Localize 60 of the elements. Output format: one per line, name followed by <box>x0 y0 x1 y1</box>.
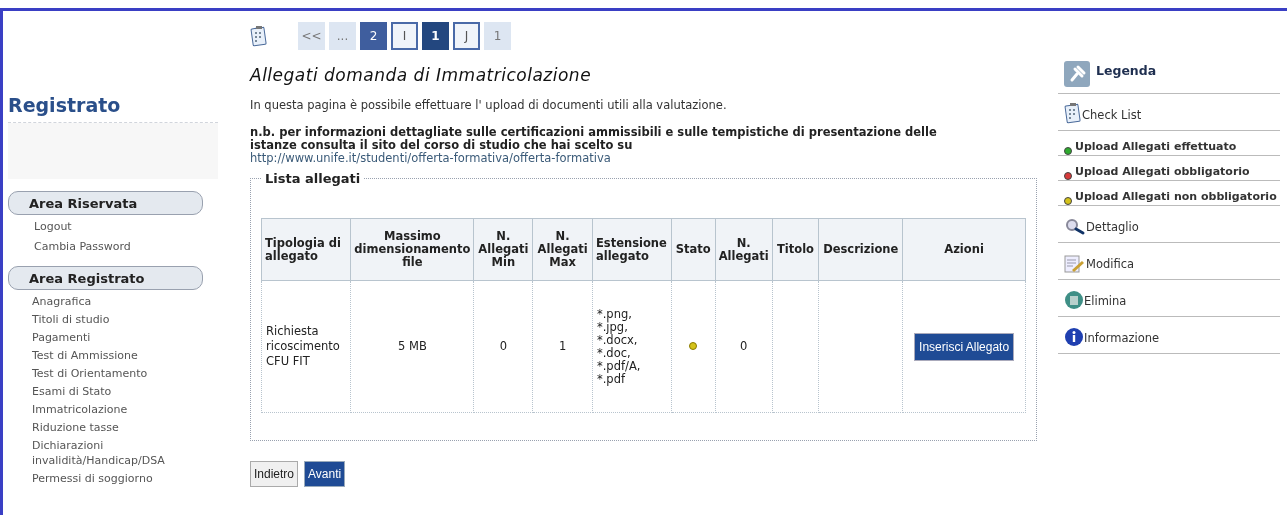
link[interactable]: http://www.unife.it/studenti/offerta-formativa/offerta-formativa <box>250 151 611 165</box>
legend-label: Legenda <box>1096 62 1157 81</box>
table-cell: Richiesta ricoscimento CFU FIT <box>261 280 351 413</box>
nav-button[interactable]: Avanti <box>304 460 346 487</box>
column-header: Massimo dimensionamento file <box>350 218 474 281</box>
page-button[interactable]: 1 <box>422 22 449 50</box>
table-cell: *.png, *.jpg, *.docx, *.doc, *.pdf/A, *.pdf <box>592 280 672 413</box>
info-icon <box>1064 327 1084 347</box>
column-header: Tipologia di allegato <box>261 218 351 281</box>
page-title: Allegati domanda di Immatricolazione <box>250 64 593 87</box>
column-header: Descrizione <box>818 218 903 281</box>
page-button[interactable]: I <box>391 22 418 50</box>
fieldset-title: Lista allegati <box>264 169 362 188</box>
legend-label: Modifica <box>1086 255 1135 273</box>
sidebar-link[interactable]: Permessi di soggiorno <box>32 470 202 486</box>
sidebar-link[interactable]: Logout <box>34 218 204 234</box>
clipboard-icon <box>1064 102 1082 124</box>
page-button[interactable]: 1 <box>484 22 511 50</box>
sidebar-link[interactable]: Test di Ammissione <box>32 347 202 363</box>
edit-icon <box>1064 255 1086 273</box>
section-header: Area Riservata <box>8 190 203 215</box>
page-button[interactable]: ... <box>329 22 356 50</box>
column-header: Stato <box>671 218 716 281</box>
clipboard-icon <box>250 25 268 47</box>
insert-attachment-button[interactable]: Inserisci Allegato <box>914 332 1015 361</box>
legend-label: Dettaglio <box>1086 218 1139 236</box>
sidebar-link[interactable]: Titoli di studio <box>32 311 202 327</box>
search-icon <box>1064 218 1086 236</box>
column-header: N. Allegati Max <box>532 218 593 281</box>
note-text: n.b. per informazioni dettagliate sulle certificazioni ammissibili e sulle tempistiche di presentazione delle istanze consulta il sito del corso di studio che hai scelto su http://www.unife.it/studenti/offerta-formativa/offerta-formativa <box>250 125 938 165</box>
sidebar-link[interactable]: Dichiarazioni invalidità/Handicap/DSA <box>32 437 202 468</box>
section-header: Area Registrato <box>8 265 203 290</box>
column-header: Titolo <box>772 218 819 281</box>
nav-button[interactable]: Indietro <box>250 460 299 487</box>
legend-label: Upload Allegati non obbligatorio <box>1075 188 1277 205</box>
page-button[interactable]: << <box>298 22 325 50</box>
column-header: N. Allegati Min <box>473 218 533 281</box>
intro-text: In questa pagina è possibile effettuare l' upload di documenti utili alla valutazione. <box>250 96 728 114</box>
table-cell: 5 MB <box>350 280 474 413</box>
sidebar-link[interactable]: Riduzione tasse <box>32 419 202 435</box>
column-header: Estensione allegato <box>592 218 672 281</box>
page-button[interactable]: 2 <box>360 22 387 50</box>
sidebar-title: Registrato <box>8 91 218 123</box>
sidebar-link[interactable]: Anagrafica <box>32 293 202 309</box>
legend-label: Check List <box>1082 106 1142 124</box>
legend-label: Upload Allegati effettuato <box>1075 138 1237 155</box>
column-header: N. Allegati <box>715 218 773 281</box>
sidebar-link[interactable]: Pagamenti <box>32 329 202 345</box>
sidebar-link[interactable]: Cambia Password <box>34 238 204 254</box>
table-cell: 0 <box>473 280 533 413</box>
sidebar-link[interactable]: Esami di Stato <box>32 383 202 399</box>
legend-label: Elimina <box>1084 292 1127 310</box>
table-cell: 1 <box>532 280 593 413</box>
table-cell: 0 <box>715 280 773 413</box>
legend-label: Informazione <box>1084 329 1160 347</box>
sidebar-link[interactable]: Immatricolazione <box>32 401 202 417</box>
page-button[interactable]: J <box>453 22 480 50</box>
column-header: Azioni <box>902 218 1026 281</box>
sidebar-link[interactable]: Test di Orientamento <box>32 365 202 381</box>
legend-label: Upload Allegati obbligatorio <box>1075 163 1250 180</box>
